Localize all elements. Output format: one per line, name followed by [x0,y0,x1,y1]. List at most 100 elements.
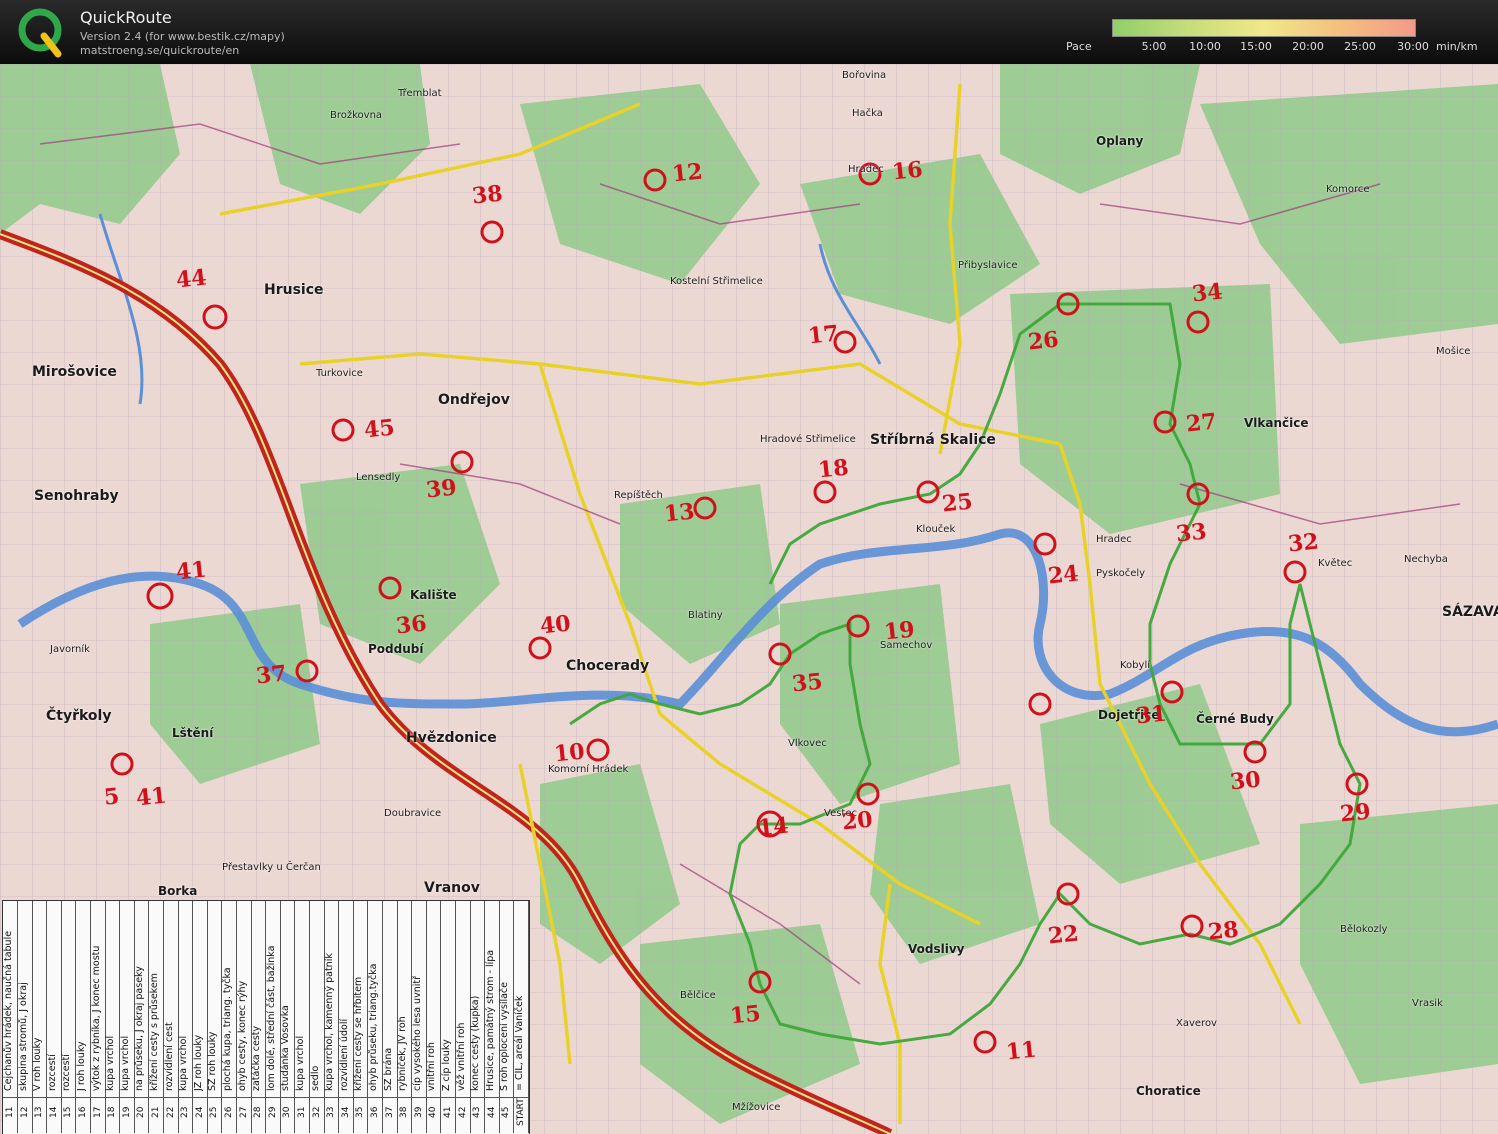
control-row: kupa vrchol 19 [120,901,135,1133]
map-canvas[interactable]: Třemblat Brožkovna Bořovina Hačka Oplany… [0,64,1498,1134]
control-row-description: Hrusice, památný strom - lípa [484,949,496,1091]
control-description-table: Čejchanův hrádek, naučná tabule 11 skupina… [2,900,530,1134]
control-row: S roh oplocení vysílače 45 [499,901,515,1133]
control-row-description: cíp vysokého lesa uvnitř [411,976,423,1091]
control-row-number: 38 [399,1106,410,1118]
control-row-number: 23 [180,1106,191,1118]
control-number: 33 [1174,518,1208,548]
control-row: studánka Vosovka 30 [280,901,296,1133]
control-row: rozcestí 14 [47,901,62,1133]
control-row-number: 14 [48,1106,59,1118]
app-url[interactable]: matstroeng.se/quickroute/en [80,44,239,57]
control-row-description: rozvídlení údolí [338,1018,350,1091]
header-bar: QuickRoute Version 2.4 (for www.bestik.c… [0,0,1498,64]
control-row-description: lom dolé, střední část, bažinka [265,945,277,1091]
control-row-number: 27 [238,1106,249,1118]
place-label: Oplany [1096,134,1144,148]
control-row: výtok z rybníka, J konec mostu 17 [91,901,106,1133]
place-label: Kostelní Střimelice [670,276,763,287]
place-label: Kobylí [1120,660,1150,671]
control-row-number: 36 [370,1106,380,1118]
control-row: Čejchanův hrádek, naučná tabule 11 [3,901,18,1133]
control-number: 10 [552,738,586,768]
place-label: Lensedly [356,472,401,483]
place-label: Přestavlky u Čerčan [222,862,321,873]
place-label: Nechyba [1404,554,1448,565]
control-row: plochá kupa, triang. tyčka 26 [222,901,237,1133]
control-row-number: 20 [136,1106,147,1118]
control-row-description: křížení cesty s průsekem [149,973,160,1091]
control-row-description: JZ roh louky [192,1034,204,1091]
control-row-number: 29 [267,1106,278,1118]
control-row-description: na průseku, J okraj paseky [134,966,146,1091]
control-row-number: 13 [34,1106,45,1118]
control-row: JZ roh louky 24 [193,901,208,1133]
place-label: Stříbrná Skalice [870,432,996,448]
control-row-number: 24 [194,1106,205,1118]
pace-tick: 30:00 [1397,40,1429,53]
control-row: Hrusice, památný strom - lípa 44 [485,901,500,1133]
control-number: 35 [790,668,824,698]
control-row: kupa vrchol 31 [295,901,310,1133]
place-label: Hradec [848,164,884,175]
control-number: 28 [1206,916,1240,946]
control-row-description: J roh louky [76,1041,87,1091]
place-label: Hradec [1096,534,1132,545]
place-label: Chocerady [566,658,650,674]
control-row-number: 19 [121,1106,132,1118]
place-label: Pyskočely [1096,568,1146,579]
control-row: rozvídlení cest 22 [164,901,179,1133]
control-number: 25 [940,488,974,518]
control-number: 34 [1190,278,1224,308]
place-label: Bořovina [842,70,887,81]
place-label: Mžížovice [732,1102,781,1113]
control-row-number: 44 [486,1106,497,1118]
place-label: Kalište [410,588,457,602]
control-row-number: 17 [92,1106,103,1118]
control-number: 13 [662,498,696,528]
pace-tick: 20:00 [1292,40,1324,53]
control-number: 30 [1228,766,1262,796]
place-label: Vlkovec [788,738,827,749]
place-label: Komorce [1326,184,1370,195]
pace-tick: 5:00 [1141,40,1167,53]
control-number: 29 [1338,798,1372,828]
control-row-description: kupa vrchol [178,1035,190,1091]
control-number: 37 [254,660,288,690]
control-row-description: výtok z rybníka, J konec mostu [90,945,102,1091]
control-number: 44 [174,264,208,294]
control-row: ohyb průseku, triang.tyčka 36 [368,901,383,1133]
control-row-description: vnitřní roh [426,1042,438,1091]
place-label: Bělčice [680,990,716,1001]
control-row-number: 35 [355,1106,366,1118]
control-number: 40 [538,610,572,640]
control-row-number: 26 [224,1106,234,1118]
control-row: rozvídlení údolí 34 [339,901,354,1133]
pace-tick: 25:00 [1344,40,1376,53]
place-label: Repíštěch [614,490,663,501]
control-number: 11 [1004,1036,1038,1066]
control-number: 5 [102,783,121,811]
control-number: 41 [134,782,168,812]
place-label: Ondřejov [438,392,510,408]
control-row: rybníček, JV roh 38 [397,901,413,1133]
place-label: Xaverov [1176,1018,1217,1029]
place-label: SÁZAVA [1442,604,1498,620]
place-label: Mošice [1436,346,1471,357]
place-label: Lštění [172,726,214,740]
place-label: Vrasik [1412,998,1443,1009]
control-number: 26 [1026,326,1060,356]
control-row-description: = CÍL, areál Vaníček [514,995,525,1091]
control-row: kupa vrchol 23 [178,901,194,1133]
control-row-description: Z cíp louky [441,1039,452,1091]
place-label: Vlkančice [1244,416,1309,430]
quickroute-window: QuickRoute Version 2.4 (for www.bestik.c… [0,0,1498,1134]
control-number: 15 [728,1000,762,1030]
control-row-description: ohyb cesty, konec rýhy [236,980,248,1091]
control-row-description: plochá kupa, triang. tyčka [222,967,233,1091]
control-row-description: skupina stromů, J okraj [17,982,29,1091]
control-row-description: kupa vrchol [105,1035,117,1091]
place-label: Brožkovna [330,110,383,121]
place-label: Klouček [916,524,956,535]
control-row-number: 16 [78,1106,88,1118]
